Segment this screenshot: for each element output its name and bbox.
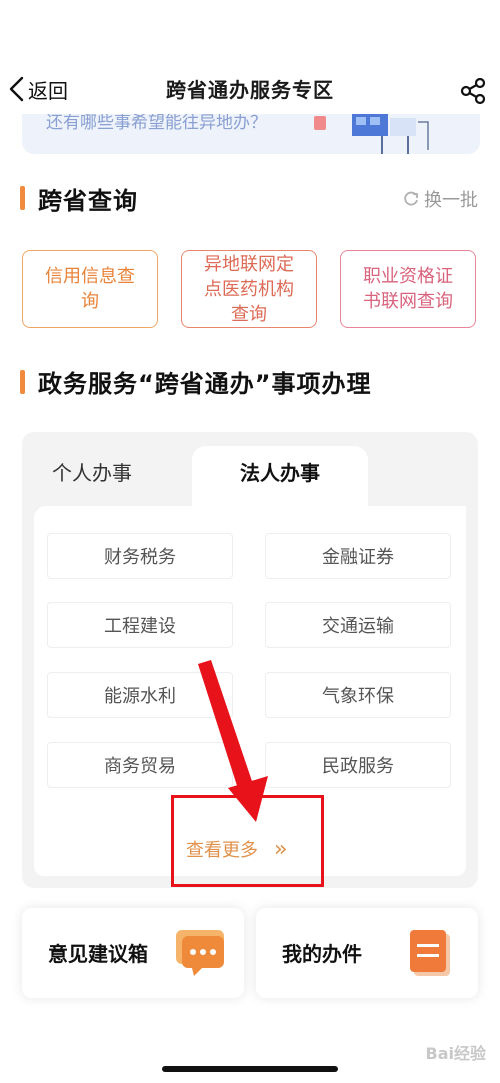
page-title: 跨省通办服务专区 xyxy=(166,78,334,102)
annotation-highlight-box xyxy=(171,795,324,887)
medical-institution-query-button[interactable]: 异地联网定点医药机构查询 xyxy=(181,250,317,328)
certificate-query-button[interactable]: 职业资格证书联网查询 xyxy=(340,250,476,328)
section-marker xyxy=(20,370,25,394)
tab-legal-person[interactable]: 法人办事 xyxy=(192,446,368,506)
my-cases-card[interactable]: 我的办件 xyxy=(256,908,478,998)
category-finance-securities[interactable]: 金融证券 xyxy=(265,533,451,579)
document-icon xyxy=(410,930,450,976)
home-indicator[interactable] xyxy=(162,1066,338,1072)
banner-illustration xyxy=(314,114,429,154)
category-civil-affairs[interactable]: 民政服务 xyxy=(265,742,451,788)
query-section-title: 跨省查询 xyxy=(38,187,138,215)
refresh-label: 换一批 xyxy=(424,190,478,211)
category-finance-tax[interactable]: 财务税务 xyxy=(47,533,233,579)
chat-bubble-icon xyxy=(176,930,224,976)
query-button-label: 信用信息查询 xyxy=(45,266,135,312)
category-transport[interactable]: 交通运输 xyxy=(265,602,451,648)
promo-banner[interactable]: 还有哪些事希望能往异地办？ xyxy=(22,114,480,154)
query-button-label: 异地联网定点医药机构查询 xyxy=(204,253,294,325)
card-label: 我的办件 xyxy=(282,942,362,966)
tab-personal[interactable]: 个人办事 xyxy=(52,457,132,486)
tab-legal-label: 法人办事 xyxy=(240,461,320,485)
card-label: 意见建议箱 xyxy=(48,942,148,966)
nav-bar: 返回 跨省通办服务专区 xyxy=(0,64,500,114)
query-button-label: 职业资格证书联网查询 xyxy=(363,266,453,312)
category-energy-water[interactable]: 能源水利 xyxy=(47,672,233,718)
banner-text: 还有哪些事希望能往异地办？ xyxy=(46,114,267,133)
refresh-icon xyxy=(404,191,418,206)
category-engineering[interactable]: 工程建设 xyxy=(47,602,233,648)
share-icon[interactable] xyxy=(458,76,488,106)
section-marker xyxy=(20,186,25,210)
category-commerce[interactable]: 商务贸易 xyxy=(47,742,233,788)
refresh-button[interactable]: 换一批 xyxy=(402,186,478,212)
watermark: Bai经验 xyxy=(425,1044,486,1063)
credit-info-query-button[interactable]: 信用信息查询 xyxy=(22,250,158,328)
category-weather-environment[interactable]: 气象环保 xyxy=(265,672,451,718)
suggestion-box-card[interactable]: 意见建议箱 xyxy=(22,908,244,998)
affairs-section-title: 政务服务“跨省通办”事项办理 xyxy=(38,370,372,398)
